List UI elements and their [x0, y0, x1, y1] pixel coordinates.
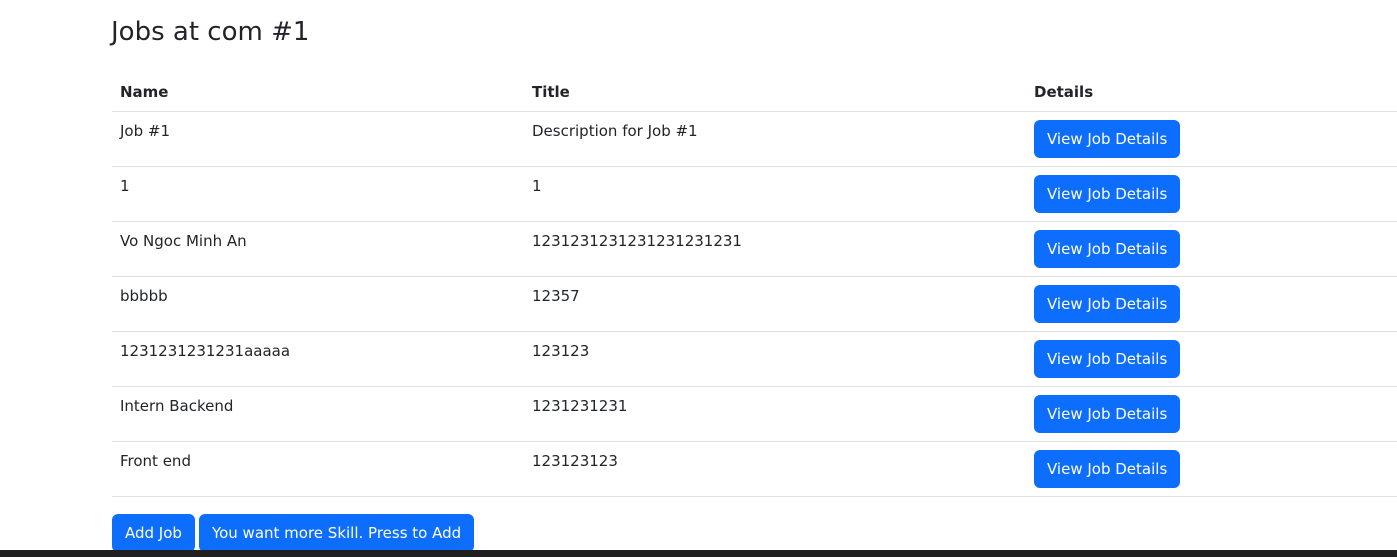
table-row: Front end 123123123 View Job Details — [112, 441, 1397, 497]
job-name-cell: 1 — [112, 166, 524, 222]
job-name-cell: Front end — [112, 441, 524, 497]
job-title: 12357 — [532, 287, 580, 305]
table-row: Job #1 Description for Job #1 View Job D… — [112, 111, 1397, 167]
view-job-details-button[interactable]: View Job Details — [1034, 395, 1181, 433]
view-job-details-button[interactable]: View Job Details — [1034, 340, 1181, 378]
view-job-details-button[interactable]: View Job Details — [1034, 120, 1181, 158]
job-name: Front end — [120, 452, 191, 470]
job-name-cell: 1231231231231aaaaa — [112, 331, 524, 387]
column-header-details: Details — [1026, 72, 1397, 112]
job-details-cell: View Job Details — [1026, 166, 1397, 222]
taskbar-strip — [0, 550, 1397, 557]
job-title-cell: 1 — [524, 166, 1026, 222]
job-title: Description for Job #1 — [532, 122, 698, 140]
table-row: 1231231231231aaaaa 123123 View Job Detai… — [112, 331, 1397, 387]
view-job-details-button[interactable]: View Job Details — [1034, 175, 1181, 213]
job-name: bbbbb — [120, 287, 168, 305]
job-name: 1231231231231aaaaa — [120, 342, 291, 360]
job-details-cell: View Job Details — [1026, 331, 1397, 387]
table-row: bbbbb 12357 View Job Details — [112, 276, 1397, 332]
job-details-cell: View Job Details — [1026, 221, 1397, 277]
column-header-title: Title — [524, 72, 1026, 112]
job-details-cell: View Job Details — [1026, 441, 1397, 497]
job-title-cell: 123123123 — [524, 441, 1026, 497]
job-title-cell: 1231231231231231231231 — [524, 221, 1026, 277]
view-job-details-button[interactable]: View Job Details — [1034, 230, 1181, 268]
add-job-button[interactable]: Add Job — [112, 514, 195, 552]
page: Jobs at com #1 Name Title Details Job #1… — [0, 0, 1397, 557]
job-title-cell: 123123 — [524, 331, 1026, 387]
job-title: 123123 — [532, 342, 590, 360]
table-row: Vo Ngoc Minh An 1231231231231231231231 V… — [112, 221, 1397, 277]
table-row: 1 1 View Job Details — [112, 166, 1397, 222]
view-job-details-button[interactable]: View Job Details — [1034, 450, 1181, 488]
job-title-cell: Description for Job #1 — [524, 111, 1026, 167]
view-job-details-button[interactable]: View Job Details — [1034, 285, 1181, 323]
job-name-cell: Job #1 — [112, 111, 524, 167]
job-name-cell: bbbbb — [112, 276, 524, 332]
job-details-cell: View Job Details — [1026, 386, 1397, 442]
table-header-row: Name Title Details — [112, 72, 1397, 112]
job-name: Job #1 — [120, 122, 171, 140]
jobs-table: Name Title Details Job #1 Description fo… — [112, 72, 1397, 497]
job-title: 1231231231 — [532, 397, 628, 415]
add-skill-button[interactable]: You want more Skill. Press to Add — [198, 514, 475, 552]
job-name: Intern Backend — [120, 397, 234, 415]
column-header-name: Name — [112, 72, 524, 112]
job-name: Vo Ngoc Minh An — [120, 232, 247, 250]
table-row: Intern Backend 1231231231 View Job Detai… — [112, 386, 1397, 442]
page-title: Jobs at com #1 — [111, 17, 310, 47]
job-title-cell: 1231231231 — [524, 386, 1026, 442]
job-title: 1231231231231231231231 — [532, 232, 742, 250]
job-title-cell: 12357 — [524, 276, 1026, 332]
footer-actions: Add Job You want more Skill. Press to Ad… — [112, 514, 475, 552]
job-title: 123123123 — [532, 452, 618, 470]
job-title: 1 — [532, 177, 542, 195]
job-name-cell: Intern Backend — [112, 386, 524, 442]
job-details-cell: View Job Details — [1026, 276, 1397, 332]
job-name: 1 — [120, 177, 130, 195]
job-details-cell: View Job Details — [1026, 111, 1397, 167]
job-name-cell: Vo Ngoc Minh An — [112, 221, 524, 277]
